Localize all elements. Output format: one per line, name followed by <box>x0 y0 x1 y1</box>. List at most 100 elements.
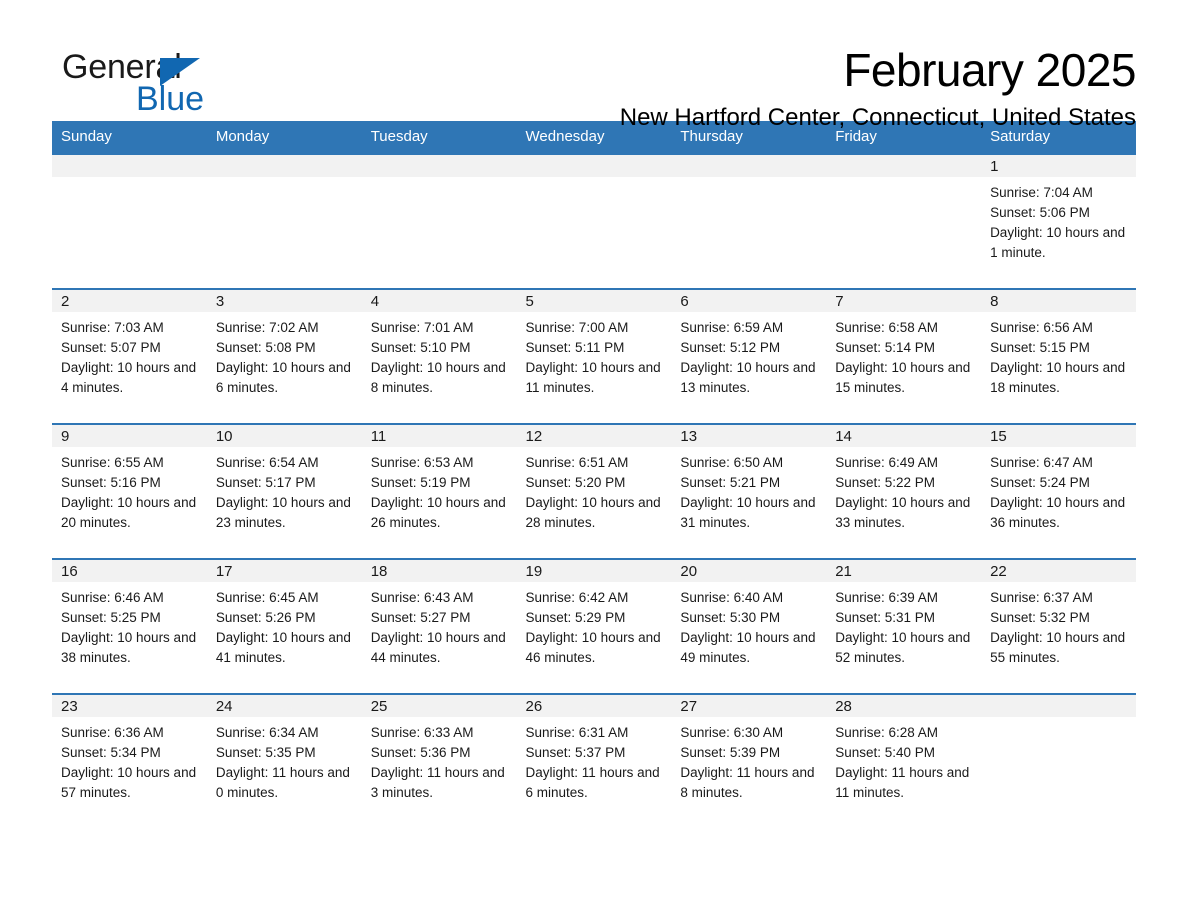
daylight-text: Daylight: 10 hours and 55 minutes. <box>990 630 1126 665</box>
sunrise-text: Sunrise: 6:43 AM <box>370 590 474 605</box>
day-number: 6 <box>671 290 827 312</box>
daylight-text: Daylight: 10 hours and 52 minutes. <box>835 630 971 665</box>
calendar-day-cell-empty <box>52 153 207 289</box>
sunset-text: Sunset: 5:19 PM <box>370 475 471 490</box>
sunrise-text: Sunrise: 6:42 AM <box>525 590 629 605</box>
calendar-day-cell[interactable]: 23 Sunrise: 6:36 AM Sunset: 5:34 PM Dayligh… <box>52 693 207 829</box>
day-number <box>981 695 1136 717</box>
daylight-text: Daylight: 10 hours and 13 minutes. <box>680 360 816 395</box>
daylight-text: Daylight: 11 hours and 8 minutes. <box>680 765 815 800</box>
day-number: 25 <box>361 695 517 717</box>
calendar-day-cell[interactable]: 18 Sunrise: 6:43 AM Sunset: 5:27 PM Dayligh… <box>361 558 517 694</box>
daylight-text: Daylight: 10 hours and 44 minutes. <box>370 630 506 665</box>
calendar-day-cell[interactable]: 6 Sunrise: 6:59 AM Sunset: 5:12 PM Daylight… <box>671 288 827 424</box>
general-blue-logo[interactable]: General Blue <box>62 48 322 120</box>
day-details: Sunrise: 6:42 AM Sunset: 5:29 PM Daylight:… <box>517 582 672 668</box>
sunrise-text: Sunrise: 6:49 AM <box>835 455 939 470</box>
day-details: Sunrise: 7:04 AM Sunset: 5:06 PM Daylight:… <box>981 177 1136 263</box>
calendar-day-cell[interactable]: 11 Sunrise: 6:53 AM Sunset: 5:19 PM Dayligh… <box>361 423 517 559</box>
day-number <box>206 155 362 177</box>
calendar-day-cell-empty <box>361 153 517 289</box>
calendar-day-cell[interactable]: 27 Sunrise: 6:30 AM Sunset: 5:39 PM Dayligh… <box>671 693 827 829</box>
calendar-day-cell[interactable]: 10 Sunrise: 6:54 AM Sunset: 5:17 PM Dayligh… <box>206 423 362 559</box>
day-number: 2 <box>52 290 207 312</box>
calendar-day-cell[interactable]: 24 Sunrise: 6:34 AM Sunset: 5:35 PM Dayligh… <box>206 693 362 829</box>
day-number: 18 <box>361 560 517 582</box>
calendar-day-cell[interactable]: 5 Sunrise: 7:00 AM Sunset: 5:11 PM Daylight… <box>516 288 672 424</box>
calendar-day-cell[interactable]: 9 Sunrise: 6:55 AM Sunset: 5:16 PM Daylight… <box>52 423 207 559</box>
calendar-day-cell[interactable]: 15 Sunrise: 6:47 AM Sunset: 5:24 PM Dayligh… <box>981 423 1136 559</box>
calendar-day-cell[interactable]: 28 Sunrise: 6:28 AM Sunset: 5:40 PM Dayligh… <box>826 693 982 829</box>
sunrise-text: Sunrise: 6:47 AM <box>990 455 1093 470</box>
sunset-text: Sunset: 5:30 PM <box>680 610 781 625</box>
day-number <box>361 155 517 177</box>
sunset-text: Sunset: 5:17 PM <box>215 475 316 490</box>
sunset-text: Sunset: 5:12 PM <box>680 340 781 355</box>
day-number: 5 <box>516 290 672 312</box>
sunset-text: Sunset: 5:29 PM <box>525 610 626 625</box>
calendar-day-cell[interactable]: 13 Sunrise: 6:50 AM Sunset: 5:21 PM Dayligh… <box>671 423 827 559</box>
calendar-day-cell[interactable]: 1 Sunrise: 7:04 AM Sunset: 5:06 PM Daylight… <box>981 153 1136 289</box>
sunset-text: Sunset: 5:32 PM <box>990 610 1090 625</box>
day-number: 27 <box>671 695 827 717</box>
calendar-day-cell[interactable]: 25 Sunrise: 6:33 AM Sunset: 5:36 PM Dayligh… <box>361 693 517 829</box>
daylight-text: Daylight: 10 hours and 57 minutes. <box>61 765 197 800</box>
sunrise-text: Sunrise: 6:56 AM <box>990 320 1093 335</box>
day-details: Sunrise: 6:40 AM Sunset: 5:30 PM Daylight:… <box>671 582 826 668</box>
day-number: 8 <box>981 290 1136 312</box>
calendar-day-cell-empty <box>516 153 672 289</box>
sunrise-text: Sunrise: 7:00 AM <box>525 320 629 335</box>
day-details: Sunrise: 6:53 AM Sunset: 5:19 PM Daylight:… <box>362 447 517 533</box>
daylight-text: Daylight: 10 hours and 23 minutes. <box>215 495 351 530</box>
sunrise-text: Sunrise: 6:30 AM <box>680 725 784 740</box>
calendar-day-cell[interactable]: 26 Sunrise: 6:31 AM Sunset: 5:37 PM Dayligh… <box>516 693 672 829</box>
daylight-text: Daylight: 10 hours and 38 minutes. <box>61 630 197 665</box>
day-number: 16 <box>52 560 207 582</box>
calendar-day-cell[interactable]: 21 Sunrise: 6:39 AM Sunset: 5:31 PM Dayligh… <box>826 558 982 694</box>
sunrise-text: Sunrise: 6:50 AM <box>680 455 784 470</box>
sunrise-text: Sunrise: 6:34 AM <box>215 725 319 740</box>
calendar-week-row: 23 Sunrise: 6:36 AM Sunset: 5:34 PM Dayligh… <box>52 693 1136 829</box>
calendar-day-cell[interactable]: 20 Sunrise: 6:40 AM Sunset: 5:30 PM Dayligh… <box>671 558 827 694</box>
calendar-day-cell-empty <box>206 153 362 289</box>
sunrise-sunset-calendar: Sunday Monday Tuesday Wednesday Thursday… <box>52 121 1136 829</box>
sunrise-text: Sunrise: 6:59 AM <box>680 320 784 335</box>
calendar-week-row: 9 Sunrise: 6:55 AM Sunset: 5:16 PM Daylight… <box>52 423 1136 559</box>
day-number: 11 <box>361 425 517 447</box>
calendar-day-cell-empty <box>671 153 827 289</box>
calendar-day-cell[interactable]: 2 Sunrise: 7:03 AM Sunset: 5:07 PM Daylight… <box>52 288 207 424</box>
day-details: Sunrise: 6:37 AM Sunset: 5:32 PM Daylight:… <box>981 582 1136 668</box>
daylight-text: Daylight: 10 hours and 28 minutes. <box>525 495 661 530</box>
calendar-day-cell[interactable]: 16 Sunrise: 6:46 AM Sunset: 5:25 PM Dayligh… <box>52 558 207 694</box>
calendar-day-cell[interactable]: 17 Sunrise: 6:45 AM Sunset: 5:26 PM Dayligh… <box>206 558 362 694</box>
calendar-day-cell[interactable]: 8 Sunrise: 6:56 AM Sunset: 5:15 PM Daylight… <box>981 288 1136 424</box>
calendar-body: 1 Sunrise: 7:04 AM Sunset: 5:06 PM Daylight… <box>52 153 1136 829</box>
day-details: Sunrise: 7:00 AM Sunset: 5:11 PM Daylight:… <box>517 312 672 398</box>
day-details: Sunrise: 6:49 AM Sunset: 5:22 PM Daylight:… <box>826 447 981 533</box>
day-details: Sunrise: 6:39 AM Sunset: 5:31 PM Daylight:… <box>826 582 981 668</box>
calendar-day-cell[interactable]: 22 Sunrise: 6:37 AM Sunset: 5:32 PM Dayligh… <box>981 558 1136 694</box>
calendar-day-cell[interactable]: 14 Sunrise: 6:49 AM Sunset: 5:22 PM Dayligh… <box>826 423 982 559</box>
sunset-text: Sunset: 5:11 PM <box>525 340 625 355</box>
daylight-text: Daylight: 10 hours and 8 minutes. <box>370 360 506 395</box>
day-number: 12 <box>516 425 672 447</box>
calendar-day-cell[interactable]: 4 Sunrise: 7:01 AM Sunset: 5:10 PM Daylight… <box>361 288 517 424</box>
day-number: 17 <box>206 560 362 582</box>
calendar-day-cell[interactable]: 3 Sunrise: 7:02 AM Sunset: 5:08 PM Daylight… <box>206 288 362 424</box>
sunset-text: Sunset: 5:15 PM <box>990 340 1090 355</box>
calendar-day-cell[interactable]: 19 Sunrise: 6:42 AM Sunset: 5:29 PM Dayligh… <box>516 558 672 694</box>
day-details: Sunrise: 6:47 AM Sunset: 5:24 PM Daylight:… <box>981 447 1136 533</box>
sunset-text: Sunset: 5:34 PM <box>61 745 161 760</box>
day-number: 13 <box>671 425 827 447</box>
day-number: 7 <box>826 290 982 312</box>
day-details: Sunrise: 6:51 AM Sunset: 5:20 PM Daylight:… <box>517 447 672 533</box>
sunrise-text: Sunrise: 6:37 AM <box>990 590 1093 605</box>
day-number <box>516 155 672 177</box>
day-number: 23 <box>52 695 207 717</box>
sunset-text: Sunset: 5:36 PM <box>370 745 471 760</box>
day-details: Sunrise: 6:46 AM Sunset: 5:25 PM Daylight:… <box>52 582 207 668</box>
calendar-day-cell[interactable]: 7 Sunrise: 6:58 AM Sunset: 5:14 PM Daylight… <box>826 288 982 424</box>
calendar-day-cell[interactable]: 12 Sunrise: 6:51 AM Sunset: 5:20 PM Dayligh… <box>516 423 672 559</box>
day-details: Sunrise: 6:30 AM Sunset: 5:39 PM Daylight:… <box>671 717 826 803</box>
calendar-week-row: 2 Sunrise: 7:03 AM Sunset: 5:07 PM Daylight… <box>52 288 1136 424</box>
